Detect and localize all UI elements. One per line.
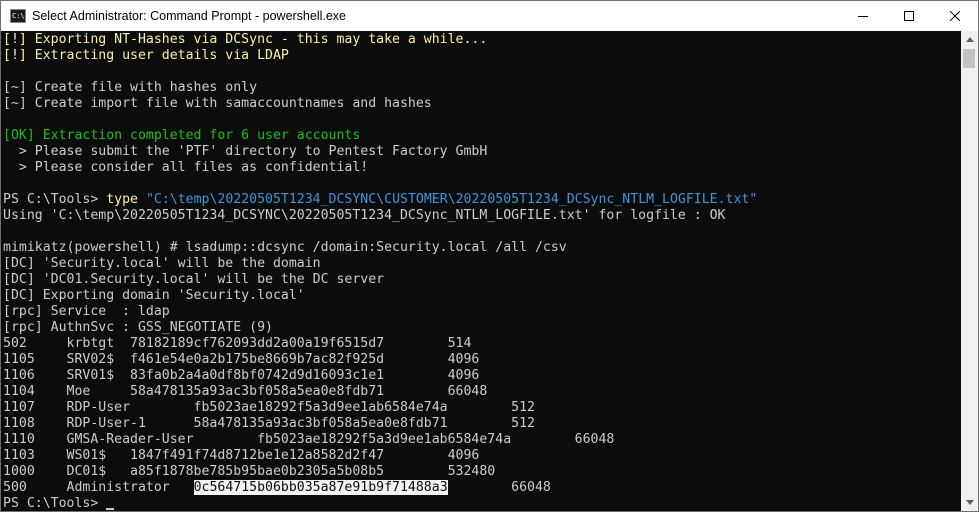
console-line: 1107 RDP-User fb5023ae18292f5a3d9ee1ab65… <box>3 400 757 416</box>
close-icon <box>950 11 960 21</box>
console-line: [rpc] AuthnSvc : GSS_NEGOTIATE (9) <box>3 320 757 336</box>
console-text: 500 Administrator <box>3 480 194 495</box>
console-text: type <box>106 192 138 207</box>
console-text: [DC] Exporting domain 'Security.local' <box>3 288 305 303</box>
console-line: mimikatz(powershell) # lsadump::dcsync /… <box>3 240 757 256</box>
console-line: [!] Exporting NT-Hashes via DCSync - thi… <box>3 32 757 48</box>
console-line: 1104 Moe 58a478135a93ac3bf058a5ea0e8fdb7… <box>3 384 757 400</box>
minimize-icon <box>858 16 868 17</box>
console-text: [rpc] AuthnSvc : GSS_NEGOTIATE (9) <box>3 320 273 335</box>
caption-buttons <box>840 1 978 31</box>
scroll-up-button[interactable] <box>961 31 978 48</box>
text-cursor <box>106 508 115 510</box>
close-button[interactable] <box>932 1 978 31</box>
title-bar[interactable]: C:\ Select Administrator: Command Prompt… <box>1 1 978 31</box>
console-text: Using 'C:\temp\20220505T1234_DCSYNC\2022… <box>3 208 726 223</box>
console-line: 1110 GMSA-Reader-User fb5023ae18292f5a3d… <box>3 432 757 448</box>
console-text: 1108 RDP-User-1 58a478135a93ac3bf058a5ea… <box>3 416 535 431</box>
console-line: [~] Create file with hashes only <box>3 80 757 96</box>
scroll-up-arrow-icon <box>965 37 974 42</box>
console-line: 1105 SRV02$ f461e54e0a2b175be8669b7ac82f… <box>3 352 757 368</box>
console-line: 1103 WS01$ 1847f491f74d8712be1e12a8582d2… <box>3 448 757 464</box>
console-text: 1103 WS01$ 1847f491f74d8712be1e12a8582d2… <box>3 448 480 463</box>
minimize-button[interactable] <box>840 1 886 31</box>
console-line: 502 krbtgt 78182189cf762093dd2a00a19f651… <box>3 336 757 352</box>
console-text: 1110 GMSA-Reader-User fb5023ae18292f5a3d… <box>3 432 615 447</box>
console-text: 502 krbtgt 78182189cf762093dd2a00a19f651… <box>3 336 472 351</box>
console-text: 1107 RDP-User fb5023ae18292f5a3d9ee1ab65… <box>3 400 535 415</box>
vertical-scrollbar[interactable] <box>961 31 978 511</box>
console-text: > Please consider all files as confident… <box>3 160 369 175</box>
maximize-button[interactable] <box>886 1 932 31</box>
command-prompt-icon[interactable]: C:\ <box>10 9 26 23</box>
console-line: 1108 RDP-User-1 58a478135a93ac3bf058a5ea… <box>3 416 757 432</box>
scroll-down-arrow-icon <box>965 500 974 505</box>
console-text: [rpc] Service : ldap <box>3 304 170 319</box>
window-title: Select Administrator: Command Prompt - p… <box>32 9 347 23</box>
console-text: [~] Create import file with samaccountna… <box>3 96 432 111</box>
console-window: C:\ Select Administrator: Command Prompt… <box>0 0 979 512</box>
console-line: [!] Extracting user details via LDAP <box>3 48 757 64</box>
console-text: PS C:\Tools> <box>3 496 107 511</box>
console-text: [!] Extracting user details via LDAP <box>3 48 289 63</box>
console-line: PS C:\Tools> <box>3 496 757 511</box>
console-text: [DC] 'DC01.Security.local' will be the D… <box>3 272 385 287</box>
console-output[interactable]: [!] Exporting NT-Hashes via DCSync - thi… <box>1 31 961 511</box>
console-lines: [!] Exporting NT-Hashes via DCSync - thi… <box>3 32 757 511</box>
console-line: [DC] 'DC01.Security.local' will be the D… <box>3 272 757 288</box>
selected-text: 0c564715b06bb035a87e91b9f71488a3 <box>193 480 448 495</box>
console-text: mimikatz(powershell) # lsadump::dcsync /… <box>3 240 567 255</box>
console-line: > Please consider all files as confident… <box>3 160 757 176</box>
console-text: 1104 Moe 58a478135a93ac3bf058a5ea0e8fdb7… <box>3 384 488 399</box>
console-text: [!] Exporting NT-Hashes via DCSync - thi… <box>3 32 488 47</box>
console-text: [~] Create file with hashes only <box>3 80 258 95</box>
console-text: [DC] 'Security.local' will be the domain <box>3 256 321 271</box>
console-text: > Please submit the 'PTF' directory to P… <box>3 144 488 159</box>
console-line: PS C:\Tools> type "C:\temp\20220505T1234… <box>3 192 757 208</box>
console-text: "C:\temp\20220505T1234_DCSYNC\CUSTOMER\2… <box>145 192 758 207</box>
console-line: [rpc] Service : ldap <box>3 304 757 320</box>
console-line: Using 'C:\temp\20220505T1234_DCSYNC\2022… <box>3 208 757 224</box>
console-line: [OK] Extraction completed for 6 user acc… <box>3 128 757 144</box>
console-line: 1106 SRV01$ 83fa0b2a4a0df8bf0742d9d16093… <box>3 368 757 384</box>
console-line: 500 Administrator 0c564715b06bb035a87e91… <box>3 480 757 496</box>
console-text: 66048 <box>447 480 551 495</box>
console-text: 1105 SRV02$ f461e54e0a2b175be8669b7ac82f… <box>3 352 480 367</box>
console-line: 1000 DC01$ a85f1878be785b95bae0b2305a5b0… <box>3 464 757 480</box>
console-text: 1000 DC01$ a85f1878be785b95bae0b2305a5b0… <box>3 464 496 479</box>
console-line: [DC] 'Security.local' will be the domain <box>3 256 757 272</box>
console-line: > Please submit the 'PTF' directory to P… <box>3 144 757 160</box>
console-text: 1106 SRV01$ 83fa0b2a4a0df8bf0742d9d16093… <box>3 368 480 383</box>
console-line: [DC] Exporting domain 'Security.local' <box>3 288 757 304</box>
scroll-down-button[interactable] <box>961 494 978 511</box>
scroll-thumb[interactable] <box>963 49 975 68</box>
console-text: PS C:\Tools> <box>3 192 107 207</box>
maximize-icon <box>904 11 914 21</box>
console-text: [OK] Extraction completed for 6 user acc… <box>3 128 361 143</box>
console-line: [~] Create import file with samaccountna… <box>3 96 757 112</box>
